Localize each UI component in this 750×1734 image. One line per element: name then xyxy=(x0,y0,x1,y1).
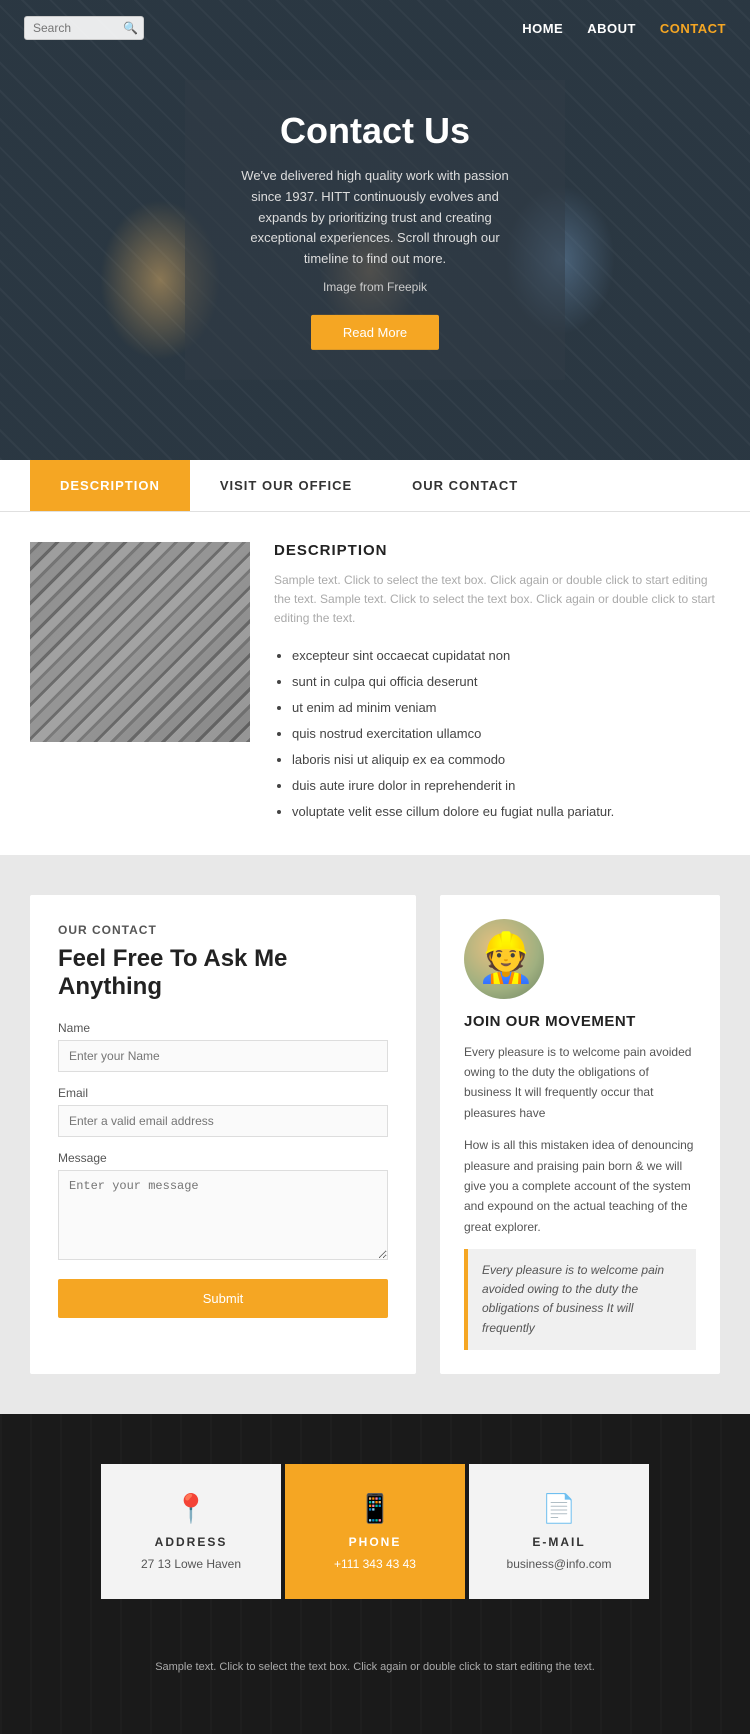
tab-description[interactable]: DESCRIPTION xyxy=(30,460,190,511)
join-paragraph2: How is all this mistaken idea of denounc… xyxy=(464,1135,696,1237)
list-item: sunt in culpa qui officia deserunt xyxy=(292,669,720,695)
hero-content: Contact Us We've delivered high quality … xyxy=(185,80,565,380)
footer-cards: 📍 ADDRESS 27 13 Lowe Haven 📱 PHONE +111 … xyxy=(0,1414,750,1629)
address-icon: 📍 xyxy=(117,1492,265,1525)
search-input[interactable] xyxy=(33,21,123,35)
description-sample-text: Sample text. Click to select the text bo… xyxy=(274,571,720,629)
search-icon: 🔍 xyxy=(123,21,138,35)
description-image xyxy=(30,542,250,742)
list-item: quis nostrud exercitation ullamco xyxy=(292,721,720,747)
footer-bottom-text: Sample text. Click to select the text bo… xyxy=(0,1629,750,1697)
nav-contact[interactable]: CONTACT xyxy=(660,21,726,36)
search-bar[interactable]: 🔍 xyxy=(24,16,144,40)
description-section: DESCRIPTION Sample text. Click to select… xyxy=(0,512,750,855)
navbar: 🔍 HOME ABOUT CONTACT xyxy=(0,0,750,56)
join-paragraph1: Every pleasure is to welcome pain avoide… xyxy=(464,1042,696,1124)
list-item: excepteur sint occaecat cupidatat non xyxy=(292,643,720,669)
read-more-button[interactable]: Read More xyxy=(311,315,439,350)
email-icon: 📄 xyxy=(485,1492,633,1525)
email-field-group: Email xyxy=(58,1086,388,1137)
nav-about[interactable]: ABOUT xyxy=(587,21,636,36)
phone-title: PHONE xyxy=(301,1535,449,1549)
tab-visit-office[interactable]: VISIT OUR OFFICE xyxy=(190,460,382,511)
hero-title: Contact Us xyxy=(235,110,515,152)
message-field-group: Message xyxy=(58,1151,388,1265)
email-value: business@info.com xyxy=(485,1557,633,1571)
list-item: ut enim ad minim veniam xyxy=(292,695,720,721)
list-item: voluptate velit esse cillum dolore eu fu… xyxy=(292,799,720,825)
list-item: duis aute irure dolor in reprehenderit i… xyxy=(292,773,720,799)
phone-icon: 📱 xyxy=(301,1492,449,1525)
our-contact-label: OUR CONTACT xyxy=(58,923,388,937)
contact-form-box: OUR CONTACT Feel Free To Ask Me Anything… xyxy=(30,895,416,1374)
join-box: JOIN OUR MOVEMENT Every pleasure is to w… xyxy=(440,895,720,1374)
phone-value: +111 343 43 43 xyxy=(301,1557,449,1571)
join-avatar xyxy=(464,919,544,999)
join-heading: JOIN OUR MOVEMENT xyxy=(464,1013,696,1030)
hero-section: 🔍 HOME ABOUT CONTACT Contact Us We've de… xyxy=(0,0,750,460)
email-title: E-MAIL xyxy=(485,1535,633,1549)
footer-card-address: 📍 ADDRESS 27 13 Lowe Haven xyxy=(101,1464,281,1599)
email-input[interactable] xyxy=(58,1105,388,1137)
footer-sample-text: Sample text. Click to select the text bo… xyxy=(155,1661,595,1673)
description-heading: DESCRIPTION xyxy=(274,542,720,559)
contact-section: OUR CONTACT Feel Free To Ask Me Anything… xyxy=(0,855,750,1414)
message-label: Message xyxy=(58,1151,388,1165)
nav-home[interactable]: HOME xyxy=(522,21,563,36)
footer-card-phone: 📱 PHONE +111 343 43 43 xyxy=(285,1464,465,1599)
contact-heading: Feel Free To Ask Me Anything xyxy=(58,945,388,1001)
join-quote: Every pleasure is to welcome pain avoide… xyxy=(464,1249,696,1350)
address-value: 27 13 Lowe Haven xyxy=(117,1557,265,1571)
footer-card-email: 📄 E-MAIL business@info.com xyxy=(469,1464,649,1599)
description-content: DESCRIPTION Sample text. Click to select… xyxy=(274,542,720,825)
submit-button[interactable]: Submit xyxy=(58,1279,388,1318)
name-field-group: Name xyxy=(58,1021,388,1072)
nav-links: HOME ABOUT CONTACT xyxy=(522,21,726,36)
hero-description: We've delivered high quality work with p… xyxy=(235,166,515,270)
tab-our-contact[interactable]: OUR CONTACT xyxy=(382,460,548,511)
hero-image-credit: Image from Freepik xyxy=(235,278,515,297)
tabs-section: DESCRIPTION VISIT OUR OFFICE OUR CONTACT xyxy=(0,460,750,512)
message-textarea[interactable] xyxy=(58,1170,388,1260)
name-label: Name xyxy=(58,1021,388,1035)
description-list: excepteur sint occaecat cupidatat non su… xyxy=(274,643,720,825)
address-title: ADDRESS xyxy=(117,1535,265,1549)
list-item: laboris nisi ut aliquip ex ea commodo xyxy=(292,747,720,773)
email-label: Email xyxy=(58,1086,388,1100)
footer: 📍 ADDRESS 27 13 Lowe Haven 📱 PHONE +111 … xyxy=(0,1414,750,1734)
name-input[interactable] xyxy=(58,1040,388,1072)
